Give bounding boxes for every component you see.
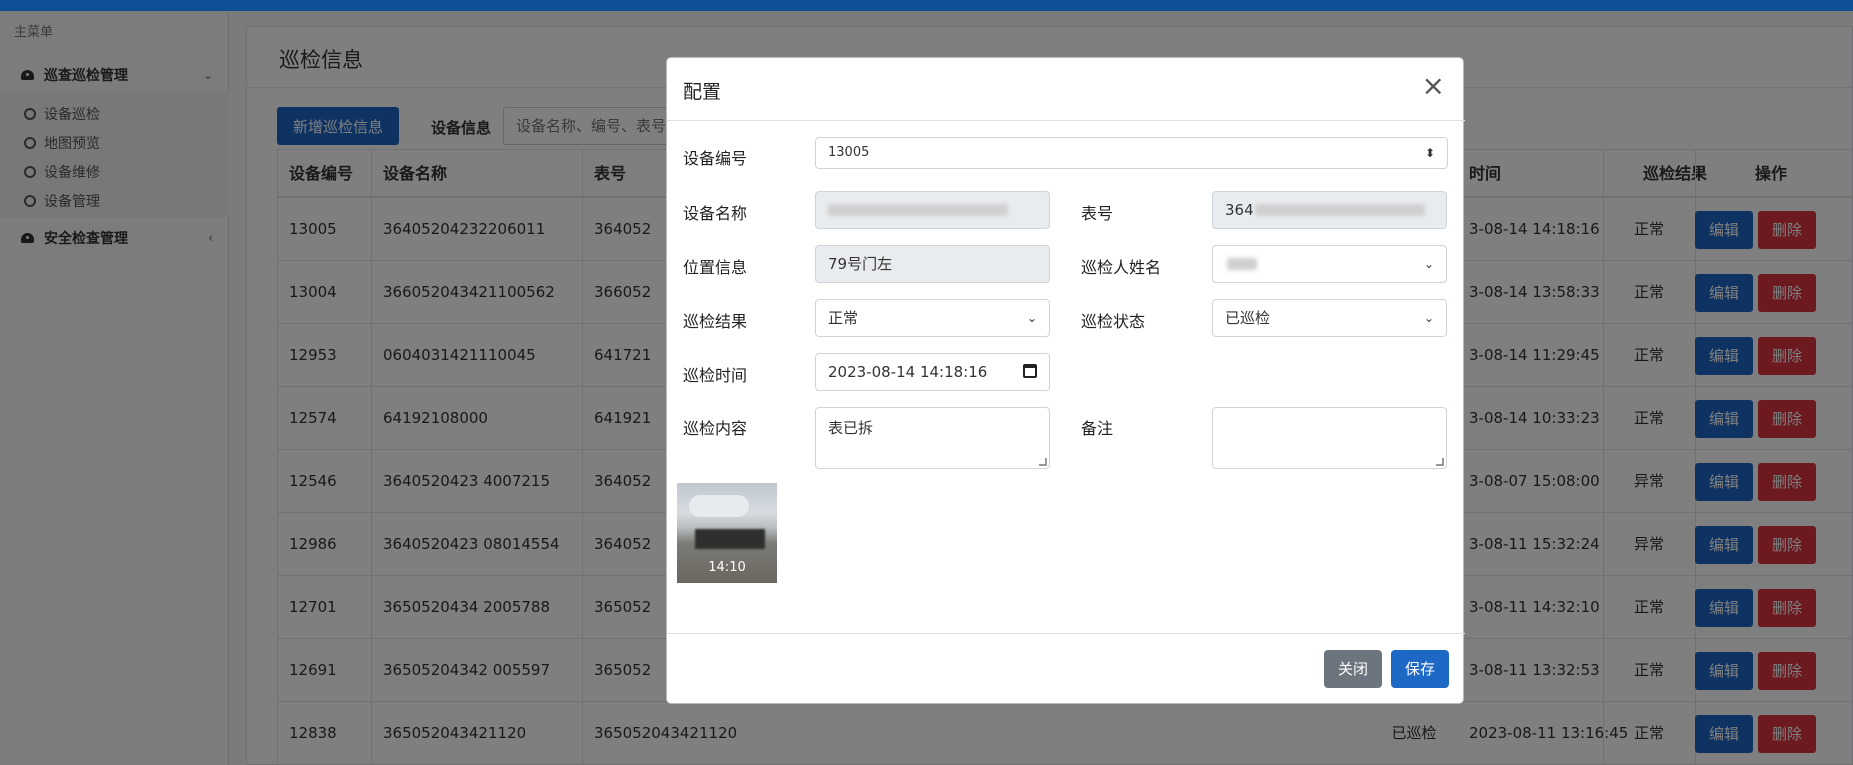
redacted-text bbox=[828, 204, 1008, 216]
location-label: 位置信息 bbox=[683, 258, 748, 277]
location-field: 79号门左 bbox=[815, 245, 1050, 283]
device-name-field bbox=[815, 191, 1050, 229]
result-value: 正常 bbox=[828, 309, 859, 327]
meter-no-label: 表号 bbox=[1081, 204, 1114, 223]
photo-timestamp: 14:10 bbox=[708, 560, 746, 575]
close-button[interactable]: 关闭 bbox=[1324, 650, 1382, 688]
device-id-select[interactable]: 13005 ⬍ bbox=[815, 137, 1448, 169]
photo-sky bbox=[689, 495, 749, 517]
save-button[interactable]: 保存 bbox=[1391, 650, 1449, 688]
redacted-text bbox=[1255, 204, 1425, 216]
close-icon[interactable]: × bbox=[1422, 72, 1445, 100]
result-select[interactable]: 正常 ⌄ bbox=[815, 299, 1050, 337]
calendar-icon[interactable] bbox=[1023, 364, 1037, 378]
redacted-area bbox=[695, 529, 765, 549]
inspection-photo-thumbnail[interactable]: 14:10 bbox=[677, 483, 777, 583]
device-name-label: 设备名称 bbox=[683, 204, 748, 223]
content-label: 巡检内容 bbox=[683, 419, 748, 438]
config-modal: 配置 × 设备编号 13005 ⬍ 设备名称 表号 364 位置信息 79号门左… bbox=[666, 57, 1465, 705]
inspector-label: 巡检人姓名 bbox=[1081, 258, 1162, 277]
remark-label: 备注 bbox=[1081, 419, 1114, 438]
chevron-down-icon: ⌄ bbox=[1423, 257, 1434, 271]
sort-arrows-icon: ⬍ bbox=[1424, 146, 1435, 160]
modal-header: 配置 × bbox=[667, 58, 1465, 121]
time-input[interactable]: 2023-08-14 14:18:16 bbox=[815, 353, 1050, 391]
inspector-select[interactable]: ⌄ bbox=[1212, 245, 1447, 283]
status-select[interactable]: 已巡检 ⌄ bbox=[1212, 299, 1447, 337]
chevron-down-icon: ⌄ bbox=[1026, 311, 1037, 325]
chevron-down-icon: ⌄ bbox=[1423, 311, 1434, 325]
resize-handle-icon[interactable] bbox=[1039, 458, 1047, 466]
content-value: 表已拆 bbox=[828, 419, 874, 437]
device-id-value: 13005 bbox=[828, 145, 870, 160]
redacted-text bbox=[1227, 258, 1257, 270]
location-value: 79号门左 bbox=[828, 255, 893, 273]
meter-no-value: 364 bbox=[1225, 201, 1254, 219]
top-bar bbox=[0, 0, 1853, 11]
result-label: 巡检结果 bbox=[683, 312, 748, 331]
time-value: 2023-08-14 14:18:16 bbox=[828, 363, 988, 381]
time-label: 巡检时间 bbox=[683, 366, 748, 385]
modal-footer: 关闭 保存 bbox=[667, 633, 1465, 705]
content-textarea[interactable]: 表已拆 bbox=[815, 407, 1050, 469]
device-id-label: 设备编号 bbox=[683, 149, 748, 168]
modal-title: 配置 bbox=[683, 81, 722, 103]
remark-textarea[interactable] bbox=[1212, 407, 1447, 469]
resize-handle-icon[interactable] bbox=[1436, 458, 1444, 466]
status-label: 巡检状态 bbox=[1081, 312, 1146, 331]
status-value: 已巡检 bbox=[1225, 309, 1271, 327]
meter-no-field: 364 bbox=[1212, 191, 1447, 229]
